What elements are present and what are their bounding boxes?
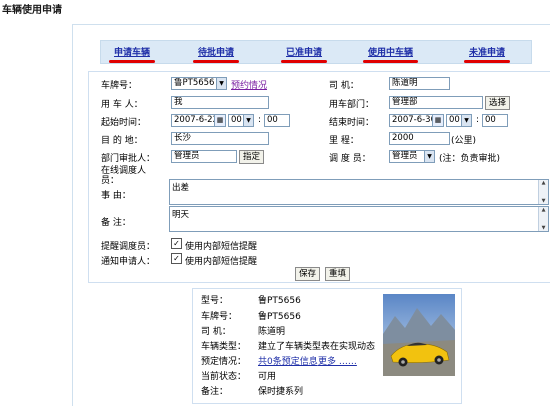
destination-input[interactable]: 长沙: [171, 132, 269, 145]
tab-rejected[interactable]: 未准申请: [464, 45, 511, 63]
start-date-input[interactable]: 2007-6-22: [171, 114, 215, 127]
end-date-input[interactable]: 2007-6-30: [389, 114, 433, 127]
remind-dispatcher-checkbox[interactable]: ✓: [171, 238, 182, 249]
remind-dispatcher-label: 提醒调度员：: [101, 242, 156, 252]
end-minute-input[interactable]: 00: [482, 114, 508, 127]
mileage-input[interactable]: 2000: [389, 132, 450, 145]
destination-label: 目 的 地：: [101, 136, 143, 146]
model-value: 鲁PT5656: [258, 296, 301, 306]
card-remark-label: 备注：: [201, 387, 229, 397]
tab-pending[interactable]: 待批申请: [193, 45, 240, 63]
booking-label: 预定情况：: [201, 357, 247, 367]
application-form: 车牌号： 鲁PT5656 ▼ 预约情况 司 机： 陈道明 用 车 人： 我 用车部…: [88, 71, 550, 283]
mileage-unit: (公里): [451, 136, 477, 146]
plate-select[interactable]: 鲁PT5656 ▼: [171, 77, 227, 90]
dispatcher-label: 调 度 员：: [329, 154, 371, 164]
status-label: 当前状态：: [201, 372, 247, 382]
calendar-icon[interactable]: ▦: [214, 114, 226, 127]
reason-textarea[interactable]: 出差 ▲ ▼: [169, 179, 549, 205]
save-button[interactable]: 保存: [295, 267, 321, 281]
dispatcher-note: (注：负责审批): [439, 154, 501, 164]
scrollbar[interactable]: ▲ ▼: [538, 180, 548, 204]
reason-label: 事 由：: [101, 191, 131, 201]
approver-input[interactable]: 管理员: [171, 150, 237, 163]
approver-label: 部门审批人：: [101, 154, 156, 164]
notify-applicant-label: 通知申请人：: [101, 257, 156, 267]
notify-applicant-text: 使用内部短信提醒: [185, 257, 258, 267]
select-dept-button[interactable]: 选择: [485, 96, 511, 110]
driver-label: 司 机：: [329, 81, 359, 91]
chevron-down-icon: ▼: [461, 115, 471, 126]
calendar-icon[interactable]: ▦: [432, 114, 444, 127]
card-driver-value: 陈道明: [258, 327, 286, 337]
booking-link[interactable]: 共0条预定信息: [258, 354, 318, 367]
notify-applicant-checkbox[interactable]: ✓: [171, 253, 182, 264]
vehicle-type-label: 车辆类型：: [201, 342, 247, 352]
end-hour-select[interactable]: 00 ▼: [446, 114, 472, 127]
remark-label: 备 注：: [101, 218, 131, 228]
scrollbar[interactable]: ▲ ▼: [538, 207, 548, 231]
status-value: 可用: [258, 372, 277, 382]
more-link[interactable]: 更多 ……: [318, 354, 357, 367]
online-dispatcher-label: 在线调度人员：: [101, 166, 147, 186]
model-label: 型号：: [201, 296, 229, 306]
start-minute-input[interactable]: 00: [264, 114, 290, 127]
end-time-label: 结束时间：: [329, 118, 375, 128]
user-label: 用 车 人：: [101, 100, 143, 110]
driver-input[interactable]: 陈道明: [389, 77, 450, 90]
assign-button[interactable]: 指定: [239, 150, 265, 164]
user-input[interactable]: 我: [171, 96, 269, 109]
mileage-label: 里 程：: [329, 136, 359, 146]
reserve-status-link[interactable]: 预约情况: [231, 78, 267, 91]
tab-bar: 申请车辆 待批申请 已准申请 使用中车辆 未准申请: [100, 40, 532, 64]
card-driver-label: 司 机：: [201, 327, 231, 337]
vehicle-type-value: 建立了车辆类型表在实现动态: [258, 342, 376, 352]
chevron-down-icon: ▼: [424, 151, 434, 162]
dept-label: 用车部门：: [329, 100, 375, 110]
remark-textarea[interactable]: 明天 ▲ ▼: [169, 206, 549, 232]
card-plate-value: 鲁PT5656: [258, 312, 301, 322]
reset-button[interactable]: 重填: [325, 267, 351, 281]
chevron-down-icon: ▼: [243, 115, 253, 126]
tab-in-use[interactable]: 使用中车辆: [363, 45, 419, 63]
dispatcher-select[interactable]: 管理员 ▼: [389, 150, 435, 163]
tab-approved[interactable]: 已准申请: [281, 45, 328, 63]
card-remark-value: 保时捷系列: [258, 387, 304, 397]
plate-label: 车牌号：: [101, 81, 138, 91]
card-plate-label: 车牌号：: [201, 312, 238, 322]
chevron-down-icon: ▼: [216, 78, 226, 89]
start-hour-select[interactable]: 00 ▼: [228, 114, 254, 127]
dept-input[interactable]: 管理部: [389, 96, 483, 109]
page-title: 车辆使用申请: [2, 5, 62, 16]
remind-dispatcher-text: 使用内部短信提醒: [185, 242, 258, 252]
vehicle-info-card: 型号： 鲁PT5656 车牌号： 鲁PT5656 司 机： 陈道明 车辆类型： …: [192, 288, 462, 404]
car-photo: [383, 294, 455, 376]
start-time-label: 起始时间：: [101, 118, 147, 128]
tab-apply-vehicle[interactable]: 申请车辆: [109, 45, 156, 63]
